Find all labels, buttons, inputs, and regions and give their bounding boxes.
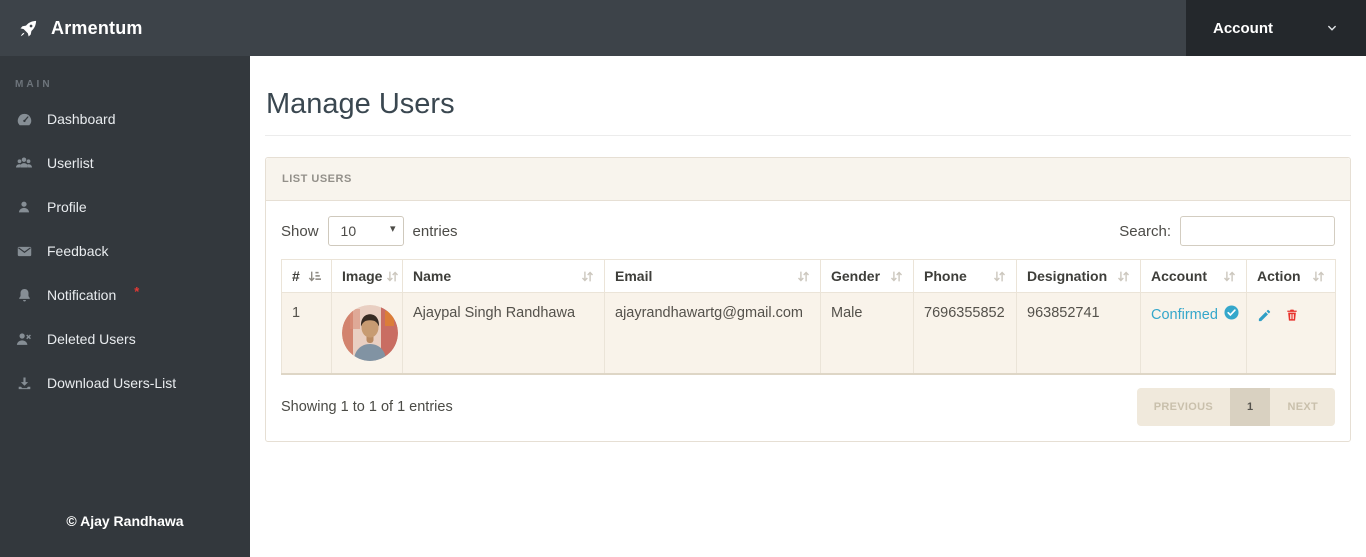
panel-body: Show 10 entries Search: xyxy=(266,201,1350,441)
col-header-email[interactable]: Email xyxy=(604,259,821,293)
search-label: Search: xyxy=(1119,222,1171,240)
table-row: 1 Ajaypal Singh Randhawa ajayrandhawartg… xyxy=(281,292,1336,375)
account-label: Account xyxy=(1213,19,1273,37)
sidebar-item-userlist[interactable]: Userlist xyxy=(0,141,250,185)
sidebar-item-download-users-list[interactable]: Download Users-List xyxy=(0,361,250,405)
title-divider xyxy=(265,135,1351,136)
sort-both-icon xyxy=(581,270,594,283)
search-input[interactable] xyxy=(1180,216,1335,246)
notification-badge: * xyxy=(134,283,140,299)
chevron-down-icon xyxy=(1325,21,1339,35)
col-header-name[interactable]: Name xyxy=(402,259,605,293)
user-avatar-image xyxy=(342,305,398,361)
page-title: Manage Users xyxy=(266,88,455,120)
sidebar: MAIN Dashboard Userlist Profile Feedback… xyxy=(0,56,250,557)
col-header-designation[interactable]: Designation xyxy=(1016,259,1141,293)
page-length-control: Show 10 entries xyxy=(281,216,458,246)
edit-user-button[interactable] xyxy=(1257,308,1272,326)
sidebar-item-notification[interactable]: Notification * xyxy=(0,273,250,317)
col-header-action[interactable]: Action xyxy=(1246,259,1336,293)
user-remove-icon xyxy=(15,330,33,348)
dashboard-icon xyxy=(15,110,33,128)
delete-user-button[interactable] xyxy=(1285,307,1299,326)
cell-action xyxy=(1246,292,1336,375)
show-label: Show xyxy=(281,222,319,240)
sidebar-item-profile[interactable]: Profile xyxy=(0,185,250,229)
sort-both-icon xyxy=(1223,270,1236,283)
sidebar-item-label: Notification xyxy=(47,287,117,303)
table-info: Showing 1 to 1 of 1 entries xyxy=(281,399,453,415)
account-status-link[interactable]: Confirmed xyxy=(1151,305,1239,324)
sort-asc-icon xyxy=(308,270,321,283)
search-control: Search: xyxy=(1119,216,1335,246)
cell-gender: Male xyxy=(820,292,914,375)
pagination-page-1-button[interactable]: 1 xyxy=(1230,388,1271,426)
users-table: # Image Name Email Gender Phone Designat… xyxy=(281,259,1336,375)
sidebar-item-dashboard[interactable]: Dashboard xyxy=(0,97,250,141)
brand-title: Armentum xyxy=(51,17,143,38)
cell-account-status: Confirmed xyxy=(1140,292,1247,375)
check-circle-icon xyxy=(1224,305,1239,324)
col-header-index[interactable]: # xyxy=(281,259,332,293)
table-controls: Show 10 entries Search: xyxy=(281,216,1335,246)
account-status-label: Confirmed xyxy=(1151,306,1218,323)
sidebar-section-label: MAIN xyxy=(15,79,53,90)
pagination-previous-button[interactable]: PREVIOUS xyxy=(1137,388,1230,426)
envelope-icon xyxy=(15,242,33,260)
col-header-gender[interactable]: Gender xyxy=(820,259,914,293)
sidebar-item-label: Feedback xyxy=(47,243,109,259)
navbar-spacer xyxy=(240,0,1186,56)
panel-title: LIST USERS xyxy=(266,158,1350,201)
cell-index: 1 xyxy=(281,292,332,375)
cell-phone: 7696355852 xyxy=(913,292,1017,375)
sort-both-icon xyxy=(1117,270,1130,283)
table-footer: Showing 1 to 1 of 1 entries PREVIOUS 1 N… xyxy=(281,388,1335,426)
sort-both-icon xyxy=(1312,270,1325,283)
table-header-row: # Image Name Email Gender Phone Designat… xyxy=(281,259,1336,293)
sidebar-item-deleted-users[interactable]: Deleted Users xyxy=(0,317,250,361)
bell-icon xyxy=(15,286,33,304)
brand-logo[interactable]: Armentum xyxy=(0,0,240,56)
sort-both-icon xyxy=(890,270,903,283)
col-header-image[interactable]: Image xyxy=(331,259,403,293)
main-content: Manage Users LIST USERS Show 10 entries … xyxy=(250,56,1366,557)
cell-designation: 963852741 xyxy=(1016,292,1141,375)
cell-email: ajayrandhawartg@gmail.com xyxy=(604,292,821,375)
col-header-phone[interactable]: Phone xyxy=(913,259,1017,293)
account-dropdown[interactable]: Account xyxy=(1186,0,1366,56)
sidebar-item-label: Dashboard xyxy=(47,111,116,127)
page-length-select-wrap: 10 xyxy=(327,216,404,246)
sidebar-copyright: © Ajay Randhawa xyxy=(66,513,184,529)
download-icon xyxy=(15,374,33,392)
cell-image xyxy=(331,292,403,375)
sort-both-icon xyxy=(797,270,810,283)
pagination-next-button[interactable]: NEXT xyxy=(1270,388,1335,426)
users-icon xyxy=(15,154,33,172)
sidebar-item-label: Download Users-List xyxy=(47,375,177,391)
cell-name: Ajaypal Singh Randhawa xyxy=(402,292,605,375)
page-length-select[interactable]: 10 xyxy=(327,216,404,246)
pagination: PREVIOUS 1 NEXT xyxy=(1136,388,1335,426)
user-icon xyxy=(15,198,33,216)
col-header-account[interactable]: Account xyxy=(1140,259,1247,293)
sort-both-icon xyxy=(993,270,1006,283)
entries-label: entries xyxy=(412,222,458,240)
sort-both-icon xyxy=(386,270,399,283)
sidebar-item-label: Deleted Users xyxy=(47,331,136,347)
list-users-panel: LIST USERS Show 10 entries Search: xyxy=(265,157,1351,442)
pencil-icon xyxy=(1257,308,1272,326)
top-navbar: Armentum Account xyxy=(0,0,1366,56)
trash-icon xyxy=(1285,307,1299,326)
sidebar-item-feedback[interactable]: Feedback xyxy=(0,229,250,273)
sidebar-item-label: Userlist xyxy=(47,155,94,171)
sidebar-item-label: Profile xyxy=(47,199,87,215)
rocket-icon xyxy=(19,19,38,38)
